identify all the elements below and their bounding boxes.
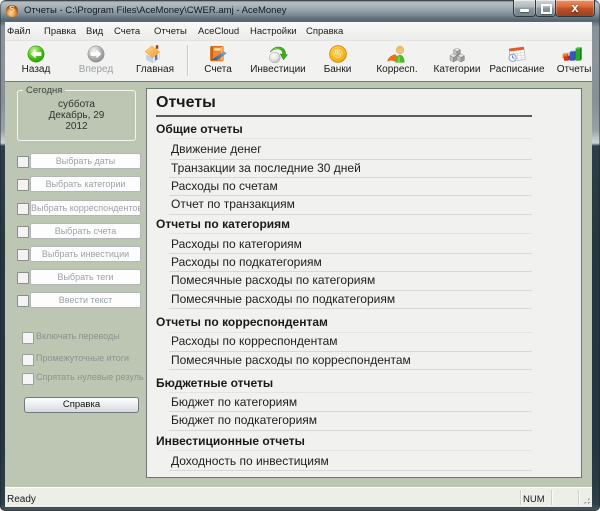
svg-text:S: S bbox=[334, 49, 342, 61]
